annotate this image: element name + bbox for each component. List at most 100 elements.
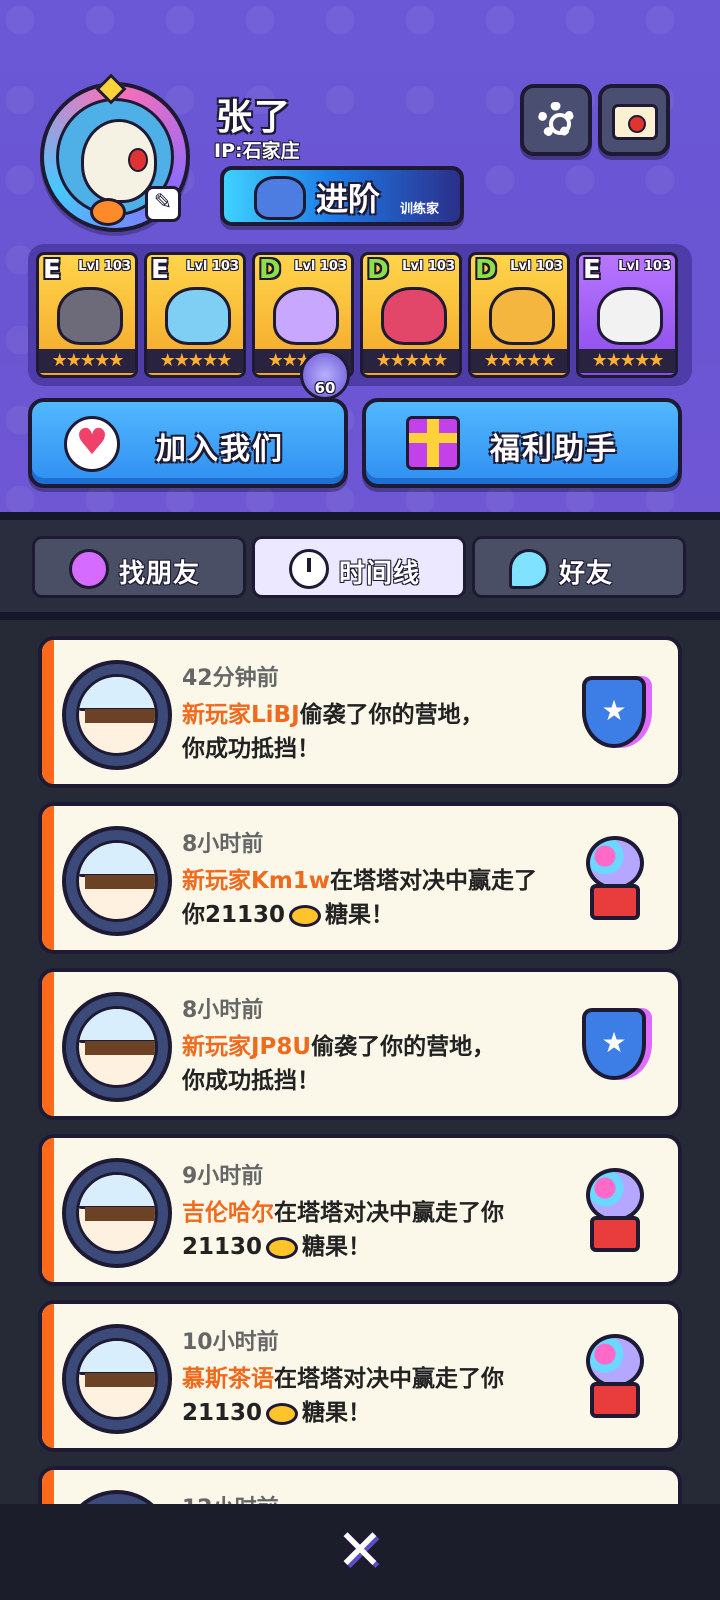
mail-button[interactable] [598,84,670,156]
entry-message: 新玩家Km1w在塔塔对决中赢走了你21130 糖果！ [182,864,542,932]
candy-badge-icon [90,198,126,226]
shield-icon [582,1008,646,1080]
avatar[interactable] [62,660,172,770]
gumball-base [590,884,640,920]
entry-time: 42分钟前 [182,666,279,691]
pet-sprite-dino [57,287,123,345]
avatar[interactable] [62,992,172,1102]
close-icon[interactable]: ✕ [334,1523,386,1579]
player-name-link[interactable]: 吉伦哈尔 [182,1200,274,1226]
gift-icon [406,416,460,470]
chat-bubble-icon [509,549,549,589]
edit-icon[interactable]: ✎ [145,186,181,222]
message-text-end: 你成功抵挡！ [182,736,320,762]
join-us-button[interactable]: ♥ 加入我们 [28,398,348,488]
message-text-end: 糖果！ [325,902,395,928]
pet-grade: E [43,255,61,285]
entry-time: 8小时前 [182,832,264,857]
pet-level: Lvl 103 [78,259,131,274]
welfare-assistant-button[interactable]: 福利助手 [362,398,682,488]
tab-find-friends[interactable]: 找朋友 [32,536,246,598]
cap [79,843,155,877]
gumball-machine-icon [582,1168,648,1256]
pet-card[interactable]: E Lvl 103 ★★★★★ [576,252,678,378]
message-text: 偷袭了你的营地， [311,1034,496,1060]
pet-card[interactable]: D Lvl 103 ★★★★★ [468,252,570,378]
player-name-link[interactable]: 新玩家Km1w [182,868,330,894]
pet-level: Lvl 103 [186,259,239,274]
timeline-entry[interactable]: 8小时前 新玩家Km1w在塔塔对决中赢走了你21130 糖果！ [38,802,682,954]
timeline-entry[interactable]: 10小时前 慕斯茶语在塔塔对决中赢走了你21130 糖果！ [38,1300,682,1452]
avatar[interactable] [62,826,172,936]
cap [79,677,155,711]
entry-message: 吉伦哈尔在塔塔对决中赢走了你21130 糖果！ [182,1196,542,1264]
pet-card[interactable]: E Lvl 103 ★★★★★ [144,252,246,378]
message-text-end: 你成功抵挡！ [182,1068,320,1094]
avatar[interactable] [62,1490,172,1504]
message-text: 偷袭了你的营地， [299,702,484,728]
heart-icon: ♥ [64,416,120,472]
candy-icon [266,1402,299,1425]
shield-icon [582,676,646,748]
pet-sprite-bear [597,287,663,345]
pet-stars: ★★★★★ [147,349,243,373]
avatar[interactable] [62,1158,172,1268]
pet-grade: D [475,255,497,285]
pet-level: Lvl 103 [402,259,455,274]
search-icon [69,549,109,589]
rank-banner[interactable]: 进阶 训练家 [220,166,464,226]
message-text-end: 糖果！ [302,1400,372,1426]
timeline-entry[interactable]: 9小时前 吉伦哈尔在塔塔对决中赢走了你21130 糖果！ [38,1134,682,1286]
pet-roster: E Lvl 103 ★★★★★ E Lvl 103 ★★★★★ D Lvl 10… [28,244,692,386]
hair [85,1041,155,1055]
tab-strip: 找朋友 时间线 好友 [0,520,720,618]
player-name-link[interactable]: 慕斯茶语 [182,1366,274,1392]
entry-time: 12小时前 [182,1490,279,1504]
entry-message: 慕斯茶语在塔塔对决中赢走了你21130 糖果！ [182,1362,542,1430]
timeline-list[interactable]: 42分钟前 新玩家LiBJ偷袭了你的营地，你成功抵挡！ 8小时前 新玩家Km1w… [0,620,720,1504]
candy-icon [289,904,322,927]
join-us-label: 加入我们 [156,432,284,467]
player-name: 张了 [216,97,293,138]
timeline-entry[interactable]: 8小时前 新玩家JP8U偷袭了你的营地， 你成功抵挡！ [38,968,682,1120]
gumball-base [590,1216,640,1252]
timeline-entry[interactable]: 42分钟前 新玩家LiBJ偷袭了你的营地， 你成功抵挡！ [38,636,682,788]
tab-divider [0,612,720,620]
pet-card[interactable]: E Lvl 103 ★★★★★ [36,252,138,378]
candy-icon [266,1236,299,1259]
timeline-entry[interactable]: 12小时前 [38,1466,682,1504]
welfare-assistant-label: 福利助手 [490,432,618,467]
hair [85,1207,155,1221]
entry-time: 9小时前 [182,1164,264,1189]
pet-grade: E [583,255,601,285]
pet-sprite-fish [165,287,231,345]
clock-icon [289,549,329,589]
gumball-base [590,1382,640,1418]
energy-value: 60 [314,379,336,397]
gumball-machine-icon [582,836,648,924]
tab-label: 找朋友 [119,559,201,589]
player-name-link[interactable]: 新玩家JP8U [182,1034,311,1060]
entry-message: 新玩家JP8U偷袭了你的营地， 你成功抵挡！ [182,1030,542,1098]
trainer-face [76,1172,158,1254]
cap [79,1341,155,1375]
pet-card[interactable]: D Lvl 103 ★★★★★ [360,252,462,378]
tab-timeline[interactable]: 时间线 [252,536,466,598]
pet-level: Lvl 103 [510,259,563,274]
pet-level: Lvl 103 [294,259,347,274]
mail-icon [612,104,658,140]
avatar[interactable] [62,1324,172,1434]
settings-button[interactable] [520,84,592,156]
entry-time: 10小时前 [182,1330,279,1355]
trainer-face [76,1338,158,1420]
gear-icon [538,102,574,138]
player-name-link[interactable]: 新玩家LiBJ [182,702,300,728]
entry-message: 新玩家LiBJ偷袭了你的营地， 你成功抵挡！ [182,698,542,766]
rank-subtitle: 训练家 [400,202,440,217]
trainer-face [76,1006,158,1088]
profile-header: ✎ 张了 IP:石家庄 进阶 训练家 E Lvl 103 ★★★★★ E Lvl… [0,0,720,512]
energy-badge[interactable]: 60 [300,350,350,400]
trainer-face [76,674,158,756]
pet-stars: ★★★★★ [39,349,135,373]
tab-friends[interactable]: 好友 [472,536,686,598]
